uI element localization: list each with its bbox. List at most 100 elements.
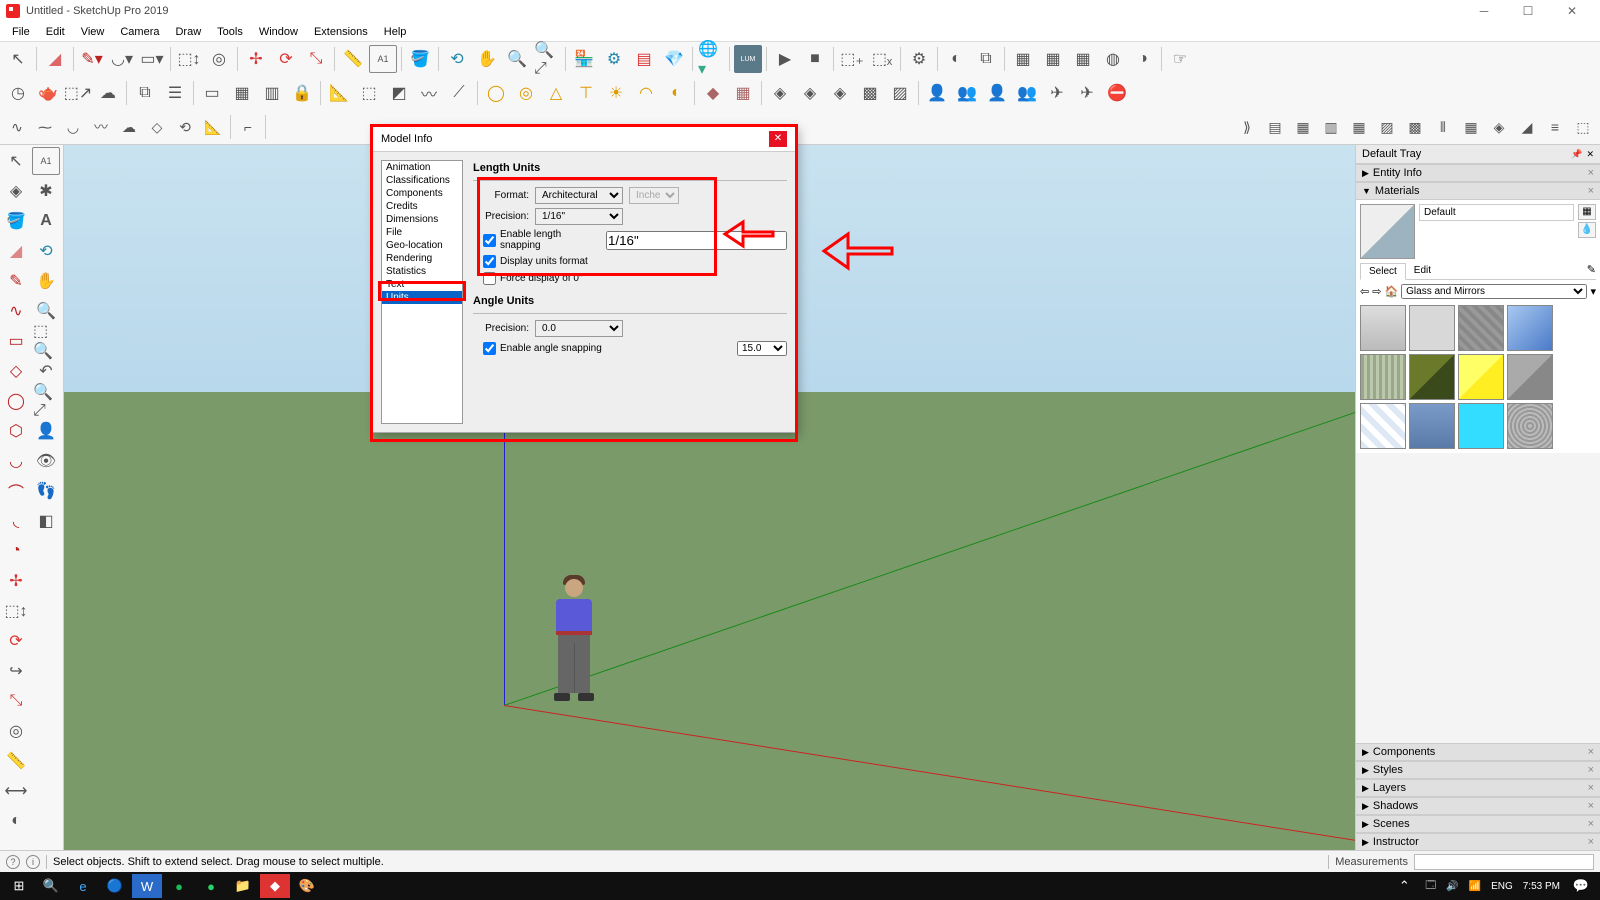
offset2-icon[interactable]: ◎ [2, 717, 30, 745]
misc2-icon[interactable]: ▤ [1262, 114, 1288, 140]
category-item[interactable]: File [382, 226, 462, 239]
cloud-icon[interactable]: ☁ [94, 79, 122, 107]
ruby-icon[interactable]: 💎 [660, 45, 688, 73]
select-tool-icon[interactable]: ↖ [4, 45, 32, 73]
eraser2-icon[interactable]: ◢ [2, 237, 30, 265]
eyedropper2-icon[interactable]: ✎ [1587, 263, 1596, 279]
person4-icon[interactable]: 👥 [1013, 79, 1041, 107]
misc11-icon[interactable]: ◢ [1514, 114, 1540, 140]
light4-icon[interactable]: ⊤ [572, 79, 600, 107]
line-tool-icon[interactable]: ✎▾ [78, 45, 106, 73]
soften-icon[interactable]: 〰 [415, 79, 443, 107]
tray-chevron-icon[interactable]: ⌃ [1389, 874, 1419, 898]
dialog-titlebar[interactable]: Model Info ✕ [373, 127, 795, 152]
move-tool-icon[interactable]: ✢ [242, 45, 270, 73]
category-item[interactable]: Animation [382, 161, 462, 174]
light6-icon[interactable]: ◠ [632, 79, 660, 107]
play-icon[interactable]: ▶ [771, 45, 799, 73]
camera-angle-icon[interactable]: 📐 [325, 79, 353, 107]
format-select[interactable]: Architectural [535, 187, 623, 204]
chrome-icon[interactable]: 🔵 [100, 874, 130, 898]
menu-file[interactable]: File [4, 24, 38, 40]
spline-icon[interactable]: 〰 [88, 114, 114, 140]
misc5-icon[interactable]: ▦ [1346, 114, 1372, 140]
corner-icon[interactable]: ⌐ [235, 114, 261, 140]
tray-pin-icon[interactable]: 📌 [1571, 149, 1582, 160]
teapot-icon[interactable]: 🫖 [34, 79, 62, 107]
walk-icon[interactable]: 👣 [32, 477, 60, 505]
clock[interactable]: 7:53 PM [1519, 881, 1564, 892]
tab-edit[interactable]: Edit [1406, 263, 1439, 279]
length-snap-input[interactable] [606, 231, 787, 250]
category-item[interactable]: Credits [382, 200, 462, 213]
previous-icon[interactable]: ↶ [32, 357, 60, 385]
material-name-field[interactable]: Default [1419, 204, 1574, 221]
pan2-icon[interactable]: ✋ [32, 267, 60, 295]
stop-sign-icon[interactable]: ⛔ [1103, 79, 1131, 107]
rotate-tool-icon[interactable]: ⟳ [272, 45, 300, 73]
misc10-icon[interactable]: ◈ [1486, 114, 1512, 140]
panel-close-icon[interactable]: × [1588, 167, 1594, 179]
category-item[interactable]: Geo-location [382, 239, 462, 252]
section-icon[interactable]: ◧ [32, 507, 60, 535]
light7-icon[interactable]: ◐ [662, 79, 690, 107]
material1-icon[interactable]: ◆ [699, 79, 727, 107]
scale-tool-icon[interactable]: ⤡ [302, 45, 330, 73]
edge-icon[interactable]: ⟋ [445, 79, 473, 107]
dialog-close-button[interactable]: ✕ [769, 131, 787, 147]
circle-icon[interactable]: ◯ [2, 387, 30, 415]
menu-icon[interactable]: ▾ [1590, 285, 1596, 298]
list-icon[interactable]: ☰ [161, 79, 189, 107]
misc8-icon[interactable]: ⫴ [1430, 114, 1456, 140]
style-4-icon[interactable]: ◍ [1099, 45, 1127, 73]
line2-icon[interactable]: ✎ [2, 267, 30, 295]
component2-icon[interactable]: ◈ [796, 79, 824, 107]
diamond-icon[interactable]: ◇ [144, 114, 170, 140]
angle-snap-checkbox[interactable] [483, 342, 496, 355]
help-icon[interactable]: ? [6, 855, 20, 869]
menu-draw[interactable]: Draw [167, 24, 209, 40]
polygon-icon[interactable]: ⬡ [2, 417, 30, 445]
category-item[interactable]: Components [382, 187, 462, 200]
arc-tool-icon[interactable]: ◡▾ [108, 45, 136, 73]
pie-icon[interactable]: ◔ [2, 537, 30, 565]
solid-outer-shell-icon[interactable]: ◐ [942, 45, 970, 73]
category-item[interactable]: Text [382, 278, 462, 291]
rect-icon[interactable]: ▭ [2, 327, 30, 355]
zoom-extents-icon[interactable]: 🔍⤢ [533, 45, 561, 73]
nav-fwd-icon[interactable]: ⇨ [1372, 285, 1381, 298]
measurements-input[interactable] [1414, 854, 1594, 870]
curve2-icon[interactable]: ⁓ [32, 114, 58, 140]
person2-icon[interactable]: 👥 [953, 79, 981, 107]
home-icon[interactable]: 🏠 [1384, 285, 1398, 298]
select-icon[interactable]: ↖ [2, 147, 30, 175]
look-around-icon[interactable]: 👁 [32, 447, 60, 475]
cube-wire-icon[interactable]: ⬚ [355, 79, 383, 107]
curve3-icon[interactable]: ◡ [60, 114, 86, 140]
force-zero-checkbox[interactable] [483, 272, 496, 285]
menu-help[interactable]: Help [376, 24, 415, 40]
nav-back-icon[interactable]: ⇦ [1360, 285, 1369, 298]
tape2-icon[interactable]: 📏 [2, 747, 30, 775]
material2-icon[interactable]: ▦ [729, 79, 757, 107]
sketchup-taskbar-icon[interactable]: ◆ [260, 874, 290, 898]
pushpull2-icon[interactable]: ⬚↕ [2, 597, 30, 625]
create-material-icon[interactable]: ▦ [1578, 204, 1596, 220]
arc1-icon[interactable]: ◡ [2, 447, 30, 475]
scene-add-icon[interactable]: ⬚₊ [838, 45, 866, 73]
tray-title[interactable]: Default Tray 📌 ✕ [1356, 145, 1600, 164]
axes-icon[interactable]: ✱ [32, 177, 60, 205]
style-3-icon[interactable]: ▦ [1069, 45, 1097, 73]
offset-tool-icon[interactable]: ◎ [205, 45, 233, 73]
person1-icon[interactable]: 👤 [923, 79, 951, 107]
explorer-icon[interactable]: 📁 [228, 874, 258, 898]
3dtext-icon[interactable]: A [32, 207, 60, 235]
edge-icon[interactable]: e [68, 874, 98, 898]
menu-tools[interactable]: Tools [209, 24, 251, 40]
spotify-icon[interactable]: ● [164, 874, 194, 898]
grid3-icon[interactable]: ▥ [258, 79, 286, 107]
eyedropper-icon[interactable]: 💧 [1578, 222, 1596, 238]
clock-icon[interactable]: ◷ [4, 79, 32, 107]
stop-icon[interactable]: ■ [801, 45, 829, 73]
style-1-icon[interactable]: ▦ [1009, 45, 1037, 73]
